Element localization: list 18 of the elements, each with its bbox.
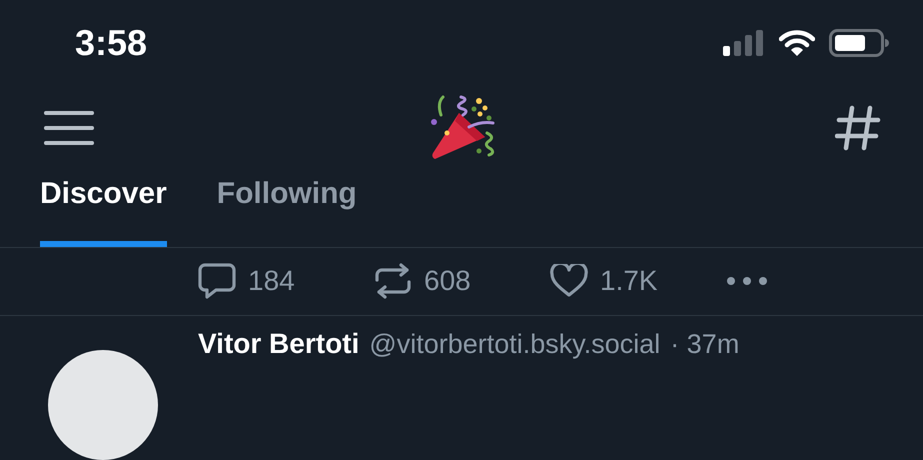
like-count: 1.7K xyxy=(600,265,658,298)
status-time: 3:58 xyxy=(75,22,148,64)
repost-icon[interactable] xyxy=(374,263,412,300)
tab[interactable]: Discover xyxy=(40,176,167,247)
heart-icon[interactable] xyxy=(550,264,588,298)
tab[interactable]: Following xyxy=(216,176,357,247)
speech-bubble-icon[interactable] xyxy=(198,263,236,300)
author-name[interactable]: Vitor Bertoti xyxy=(198,328,360,360)
post-time: · 37m xyxy=(670,329,740,360)
repost-count: 608 xyxy=(424,265,471,298)
menu-icon[interactable] xyxy=(44,110,94,146)
more-icon[interactable] xyxy=(726,276,768,286)
reply-count: 184 xyxy=(248,265,295,298)
wifi-icon xyxy=(779,30,815,57)
signal-icon xyxy=(723,30,765,56)
battery-icon xyxy=(829,29,889,58)
hashtag-icon[interactable] xyxy=(835,104,881,151)
author-handle: @vitorbertoti.bsky.social xyxy=(369,329,660,360)
